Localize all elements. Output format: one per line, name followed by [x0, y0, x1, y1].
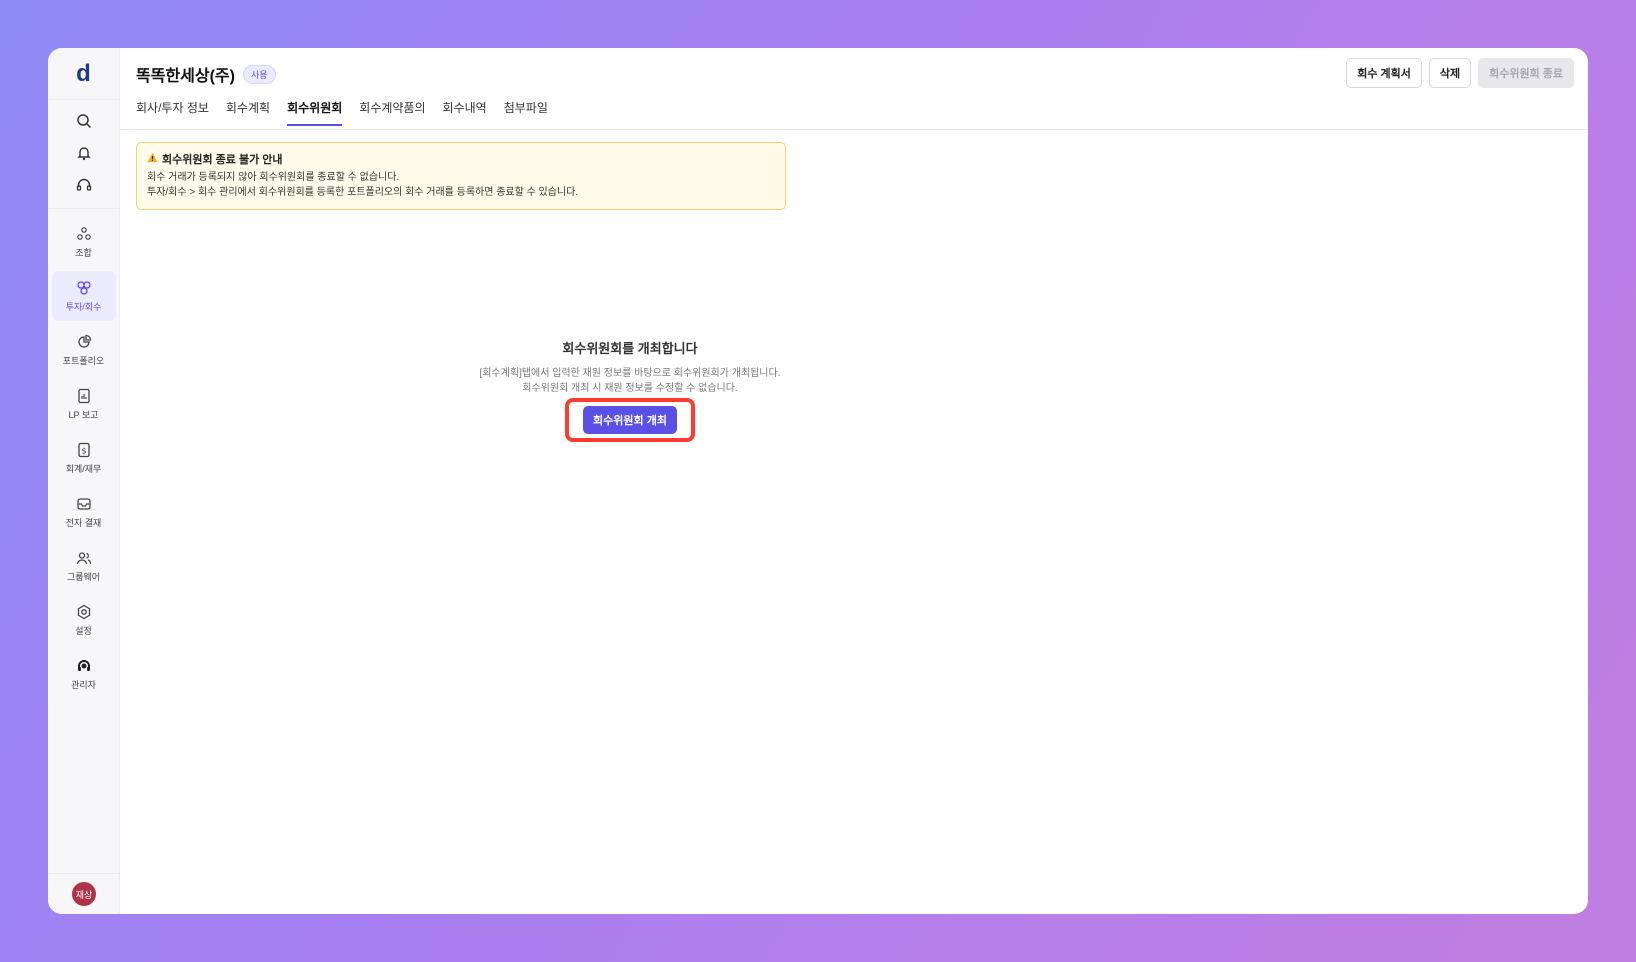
notice-title-text: 회수위원회 종료 불가 안내: [162, 154, 283, 166]
empty-state-title: 회수위원회를 개최합니다: [562, 341, 698, 356]
notice-title: 회수위원회 종료 불가 안내: [147, 151, 775, 167]
avatar[interactable]: 재상: [72, 882, 96, 906]
sidebar-item-label: 설정: [75, 625, 92, 636]
admin-icon: [77, 659, 90, 671]
highlight-box: 회수위원회 개최: [565, 398, 695, 442]
tab-recovery-history[interactable]: 회수내역: [443, 99, 487, 126]
tool-icons: [48, 100, 119, 209]
sidebar-nav: 조합 투자/회수 포트폴리오 LP 보고 $ 회계/재무 전자 결재 그룹웨어 …: [48, 209, 119, 703]
sidebar-divider: [48, 873, 119, 874]
tab-company-info[interactable]: 회사/투자 정보: [136, 99, 209, 126]
header-actions: 회수 계획서 삭제 회수위원회 종료: [1346, 58, 1574, 88]
empty-state-desc-line-2: 회수위원회 개최 시 재원 정보를 수정할 수 없습니다.: [522, 383, 738, 394]
users-icon: [76, 551, 91, 564]
open-committee-button[interactable]: 회수위원회 개최: [583, 406, 677, 434]
search-icon[interactable]: [75, 112, 93, 130]
sidebar-item-label: 회계/재무: [65, 463, 102, 474]
empty-state-desc-line-1: [회수계획]탭에서 입력한 재원 정보를 바탕으로 회수위원회가 개최됩니다.: [479, 368, 781, 379]
sidebar-item-approval[interactable]: 전자 결재: [52, 487, 116, 537]
notice-line-2: 투자/회수 > 회수 관리에서 회수위원회를 등록한 포트폴리오의 회수 거래를…: [147, 187, 579, 198]
sidebar-item-label: 관리자: [71, 679, 96, 690]
recovery-plan-button[interactable]: 회수 계획서: [1346, 58, 1422, 88]
accounting-icon: $: [77, 442, 90, 457]
status-badge: 사용: [242, 64, 276, 84]
sidebar: d 조합 투자/회수 포트폴리오 LP 보고 $ 회계/재무 전자 결재 그룹웨…: [48, 48, 120, 914]
sidebar-item-portfolio[interactable]: 포트폴리오: [52, 325, 116, 375]
warning-notice: 회수위원회 종료 불가 안내 회수 거래가 등록되지 않아 회수위원회를 종료할…: [136, 142, 786, 210]
warning-icon: [147, 152, 158, 166]
sidebar-item-admin[interactable]: 관리자: [52, 649, 116, 699]
tab-recovery-plan[interactable]: 회수계획: [226, 99, 270, 126]
pie-chart-icon: [77, 334, 91, 348]
sidebar-item-accounting[interactable]: $ 회계/재무: [52, 433, 116, 483]
main-content: 똑똑한세상(주) 사용 회사/투자 정보 회수계획 회수위원회 회수계약품의 회…: [120, 48, 1588, 914]
app-window: d 조합 투자/회수 포트폴리오 LP 보고 $ 회계/재무 전자 결재 그룹웨…: [48, 48, 1588, 914]
sidebar-item-label: 조합: [75, 247, 92, 258]
union-icon: [76, 226, 91, 240]
headset-icon[interactable]: [75, 176, 93, 194]
tab-recovery-contract[interactable]: 회수계약품의: [359, 99, 425, 126]
logo[interactable]: d: [48, 48, 119, 100]
end-committee-button[interactable]: 회수위원회 종료: [1478, 58, 1574, 88]
tab-recovery-committee[interactable]: 회수위원회: [287, 99, 343, 126]
sidebar-item-investment[interactable]: 투자/회수: [51, 271, 116, 321]
svg-text:$: $: [81, 446, 86, 455]
tab-attachments[interactable]: 첨부파일: [504, 99, 548, 126]
page-title: 똑똑한세상(주): [136, 68, 235, 85]
delete-button[interactable]: 삭제: [1428, 58, 1472, 88]
inbox-icon: [76, 497, 91, 510]
sidebar-item-lp-report[interactable]: LP 보고: [52, 379, 116, 429]
sidebar-item-union[interactable]: 조합: [52, 217, 116, 267]
tab-bar: 회사/투자 정보 회수계획 회수위원회 회수계약품의 회수내역 첨부파일: [136, 99, 1572, 126]
sidebar-item-label: 투자/회수: [65, 301, 102, 312]
report-icon: [77, 388, 90, 403]
sidebar-item-label: LP 보고: [68, 409, 99, 420]
notice-line-1: 회수 거래가 등록되지 않아 회수위원회를 종료할 수 없습니다.: [147, 172, 400, 183]
investment-icon: [76, 280, 91, 295]
empty-state: 회수위원회를 개최합니다 [회수계획]탭에서 입력한 재원 정보를 바탕으로 회…: [136, 338, 1124, 442]
sidebar-item-label: 포트폴리오: [62, 355, 105, 366]
sidebar-item-groupware[interactable]: 그룹웨어: [52, 541, 116, 591]
empty-state-description: [회수계획]탭에서 입력한 재원 정보를 바탕으로 회수위원회가 개최됩니다. …: [136, 366, 1124, 396]
sidebar-item-label: 전자 결재: [65, 517, 102, 528]
sidebar-item-label: 그룹웨어: [66, 571, 101, 582]
page-header: 똑똑한세상(주) 사용 회사/투자 정보 회수계획 회수위원회 회수계약품의 회…: [120, 48, 1588, 130]
gear-icon: [77, 604, 90, 619]
sidebar-item-settings[interactable]: 설정: [52, 595, 116, 645]
bell-icon[interactable]: [75, 144, 93, 162]
